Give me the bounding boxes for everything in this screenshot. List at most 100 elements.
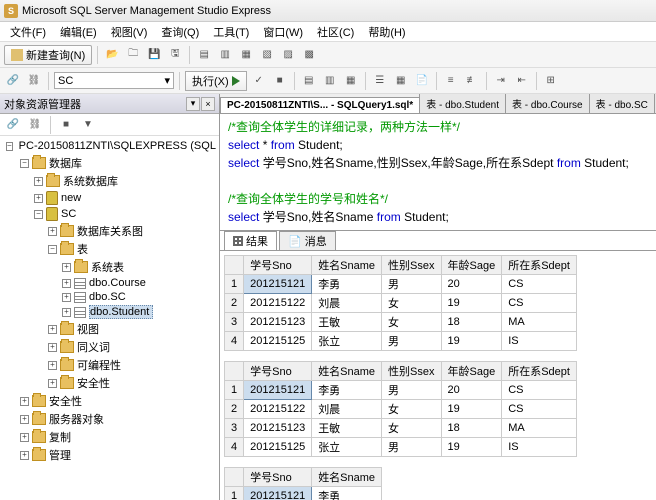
- database-icon: [46, 207, 58, 221]
- folder-icon: [32, 413, 46, 425]
- execute-label: 执行(X): [192, 73, 229, 89]
- sc-table-node[interactable]: +dbo.SC: [2, 290, 217, 304]
- menu-edit[interactable]: 编辑(E): [54, 22, 103, 42]
- results-text-icon[interactable]: ☰: [371, 72, 389, 90]
- save-all-icon[interactable]: 🖫: [166, 46, 184, 64]
- menu-file[interactable]: 文件(F): [4, 22, 52, 42]
- open-file-icon[interactable]: 📂: [103, 46, 121, 64]
- window-titlebar: S Microsoft SQL Server Management Studio…: [0, 0, 656, 22]
- folder-icon: [60, 243, 74, 255]
- serverobjects-node[interactable]: +服务器对象: [2, 410, 217, 428]
- results-tabs: 结果 📄消息: [220, 231, 656, 251]
- folder-icon[interactable]: 🗀: [124, 46, 142, 64]
- specify-values-icon[interactable]: ⊞: [542, 72, 560, 90]
- table-icon: [74, 292, 86, 303]
- menu-bar: 文件(F) 编辑(E) 视图(V) 查询(Q) 工具(T) 窗口(W) 社区(C…: [0, 22, 656, 42]
- menu-help[interactable]: 帮助(H): [362, 22, 411, 42]
- new-query-button[interactable]: 新建查询(N): [4, 45, 92, 65]
- outdent-icon[interactable]: ⇤: [513, 72, 531, 90]
- security-inner-node[interactable]: +安全性: [2, 374, 217, 392]
- scdb-node[interactable]: −SC: [2, 206, 217, 222]
- toolbox-icon[interactable]: ▨: [279, 46, 297, 64]
- disconnect-icon[interactable]: ⛓: [26, 116, 44, 134]
- databases-node[interactable]: −数据库: [2, 154, 217, 172]
- table-row: 1201215121李勇: [225, 487, 382, 500]
- replication-node[interactable]: +复制: [2, 428, 217, 446]
- sql-editor[interactable]: /*查询全体学生的详细记录，两种方法一样*/ select * from Stu…: [220, 114, 656, 231]
- results-grid-icon[interactable]: ▦: [392, 72, 410, 90]
- change-connection-icon[interactable]: ⛓: [25, 72, 43, 90]
- tab-query[interactable]: PC-20150811ZNTI\S... - SQLQuery1.sql*: [220, 97, 420, 113]
- object-tree[interactable]: −PC-20150811ZNTI\SQLEXPRESS (SQL Ser −数据…: [0, 136, 219, 500]
- database-selector[interactable]: SC ▾: [54, 72, 174, 89]
- result-grid-3[interactable]: 学号Sno姓名Sname 1201215121李勇 2201215122刘晨 3…: [224, 467, 382, 500]
- connect-server-icon[interactable]: 🔗: [4, 116, 22, 134]
- object-explorer-header: 对象资源管理器 ▾ ×: [0, 94, 219, 114]
- student-table-node[interactable]: +dbo.Student: [2, 304, 217, 320]
- menu-view[interactable]: 视图(V): [105, 22, 154, 42]
- main-toolbar: 新建查询(N) 📂 🗀 💾 🖫 ▤ ▥ ▦ ▧ ▨ ▩: [0, 42, 656, 68]
- menu-tools[interactable]: 工具(T): [207, 22, 255, 42]
- registered-servers-icon[interactable]: ▤: [195, 46, 213, 64]
- diagrams-node[interactable]: +数据库关系图: [2, 222, 217, 240]
- filter-icon[interactable]: ▼: [79, 116, 97, 134]
- object-explorer-panel: 对象资源管理器 ▾ × 🔗 ⛓ ■ ▼ −PC-20150811ZNTI\SQL…: [0, 94, 220, 500]
- document-tabs: PC-20150811ZNTI\S... - SQLQuery1.sql* 表 …: [220, 94, 656, 114]
- new-query-label: 新建查询(N): [26, 47, 85, 63]
- programmability-node[interactable]: +可编程性: [2, 356, 217, 374]
- security-node[interactable]: +安全性: [2, 392, 217, 410]
- properties-icon[interactable]: ▦: [237, 46, 255, 64]
- uncomment-icon[interactable]: ≢: [463, 72, 481, 90]
- folder-icon: [32, 395, 46, 407]
- panel-dropdown-icon[interactable]: ▾: [186, 97, 200, 111]
- cancel-icon[interactable]: ■: [271, 72, 289, 90]
- save-icon[interactable]: 💾: [145, 46, 163, 64]
- execute-button[interactable]: 执行(X): [185, 71, 247, 91]
- synonyms-node[interactable]: +同义词: [2, 338, 217, 356]
- messages-icon: 📄: [288, 235, 302, 248]
- main-area: PC-20150811ZNTI\S... - SQLQuery1.sql* 表 …: [220, 94, 656, 500]
- window-title: Microsoft SQL Server Management Studio E…: [22, 5, 271, 17]
- include-plan-icon[interactable]: ▥: [321, 72, 339, 90]
- tables-node[interactable]: −表: [2, 240, 217, 258]
- table-row: 4201215125张立男19IS: [225, 438, 577, 457]
- newdb-node[interactable]: +new: [2, 190, 217, 206]
- comment-icon[interactable]: ≡: [442, 72, 460, 90]
- menu-window[interactable]: 窗口(W): [257, 22, 309, 42]
- refresh-icon[interactable]: ■: [57, 116, 75, 134]
- results-file-icon[interactable]: 📄: [413, 72, 431, 90]
- menu-query[interactable]: 查询(Q): [155, 22, 205, 42]
- menu-community[interactable]: 社区(C): [311, 22, 360, 42]
- folder-icon: [60, 359, 74, 371]
- grid-icon: [233, 236, 243, 246]
- panel-close-icon[interactable]: ×: [201, 97, 215, 111]
- tab-sc[interactable]: 表 - dbo.SC: [589, 94, 655, 113]
- display-plan-icon[interactable]: ▤: [300, 72, 318, 90]
- indent-icon[interactable]: ⇥: [492, 72, 510, 90]
- folder-icon: [32, 157, 46, 169]
- object-explorer-icon[interactable]: ▥: [216, 46, 234, 64]
- template-icon[interactable]: ▧: [258, 46, 276, 64]
- include-stats-icon[interactable]: ▦: [342, 72, 360, 90]
- summary-icon[interactable]: ▩: [300, 46, 318, 64]
- tab-course[interactable]: 表 - dbo.Course: [505, 94, 590, 113]
- database-selected: SC: [58, 75, 73, 87]
- server-node[interactable]: −PC-20150811ZNTI\SQLEXPRESS (SQL Ser: [2, 138, 217, 154]
- management-node[interactable]: +管理: [2, 446, 217, 464]
- parse-icon[interactable]: ✓: [250, 72, 268, 90]
- table-row: 3201215123王敏女18MA: [225, 313, 577, 332]
- object-explorer-title: 对象资源管理器: [4, 96, 81, 112]
- systables-node[interactable]: +系统表: [2, 258, 217, 276]
- result-grid-1[interactable]: 学号Sno姓名Sname性别Ssex年龄Sage所在系Sdept 1201215…: [224, 255, 577, 351]
- messages-tab[interactable]: 📄消息: [279, 231, 336, 250]
- connect-icon[interactable]: 🔗: [4, 72, 22, 90]
- views-node[interactable]: +视图: [2, 320, 217, 338]
- sysdb-node[interactable]: +系统数据库: [2, 172, 217, 190]
- course-table-node[interactable]: +dbo.Course: [2, 276, 217, 290]
- result-grid-2[interactable]: 学号Sno姓名Sname性别Ssex年龄Sage所在系Sdept 1201215…: [224, 361, 577, 457]
- results-tab[interactable]: 结果: [224, 231, 277, 250]
- folder-icon: [32, 431, 46, 443]
- folder-icon: [60, 377, 74, 389]
- tab-student[interactable]: 表 - dbo.Student: [419, 94, 506, 113]
- results-pane[interactable]: 学号Sno姓名Sname性别Ssex年龄Sage所在系Sdept 1201215…: [220, 251, 656, 500]
